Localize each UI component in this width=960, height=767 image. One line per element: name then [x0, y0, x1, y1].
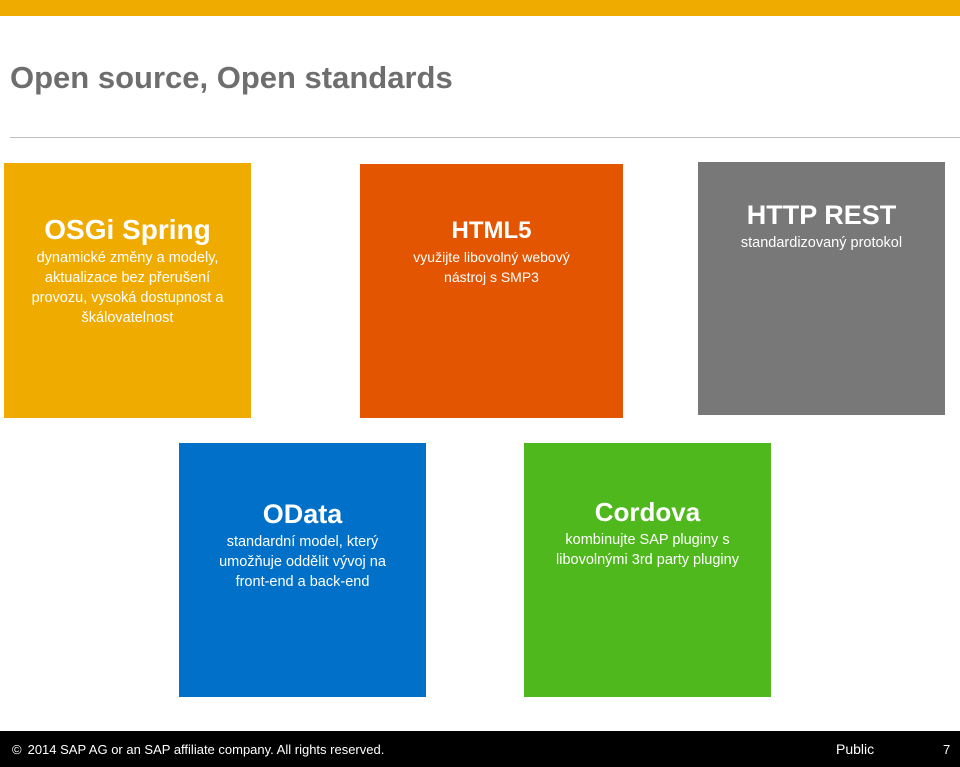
tile-cordova: Cordova kombinujte SAP pluginy s libovol…	[524, 443, 771, 697]
tile-html5: HTML5 využijte libovolný webový nástroj …	[360, 164, 623, 418]
tile-description: kombinujte SAP pluginy s libovolnými 3rd…	[556, 531, 739, 568]
tile-osgi-spring: OSGi Spring dynamické změny a modely, ak…	[4, 163, 251, 418]
page-number: 7	[943, 742, 951, 757]
tile-description: standardní model, který umožňuje oddělit…	[219, 534, 386, 590]
tile-description: dynamické změny a modely, aktualizace be…	[31, 249, 224, 326]
tile-description: standardizovaný protokol	[740, 235, 903, 251]
tile-title: Cordova	[594, 496, 701, 527]
tile-description: využijte libovolný webový nástroj s SMP3	[413, 249, 570, 285]
title-divider	[10, 137, 960, 138]
classification-label: Public	[836, 741, 875, 757]
copyright-text: 2014 SAP AG or an SAP affiliate company.…	[27, 742, 385, 757]
slide: Open source, Open standards OSGi Spring …	[0, 0, 960, 767]
tile-odata: OData standardní model, který umožňuje o…	[179, 443, 426, 697]
footer-copyright: © 2014 SAP AG or an SAP affiliate company…	[12, 742, 384, 757]
tile-title: HTML5	[451, 217, 532, 244]
top-accent-bar	[0, 0, 960, 16]
tile-http-rest: HTTP REST standardizovaný protokol	[698, 162, 945, 415]
tile-title: OSGi Spring	[44, 213, 211, 245]
copyright-icon: ©	[12, 742, 22, 757]
tile-title: OData	[262, 499, 343, 529]
tile-title: HTTP REST	[746, 200, 897, 230]
page-title: Open source, Open standards	[10, 60, 453, 95]
footer-bar: © 2014 SAP AG or an SAP affiliate company…	[0, 731, 960, 767]
